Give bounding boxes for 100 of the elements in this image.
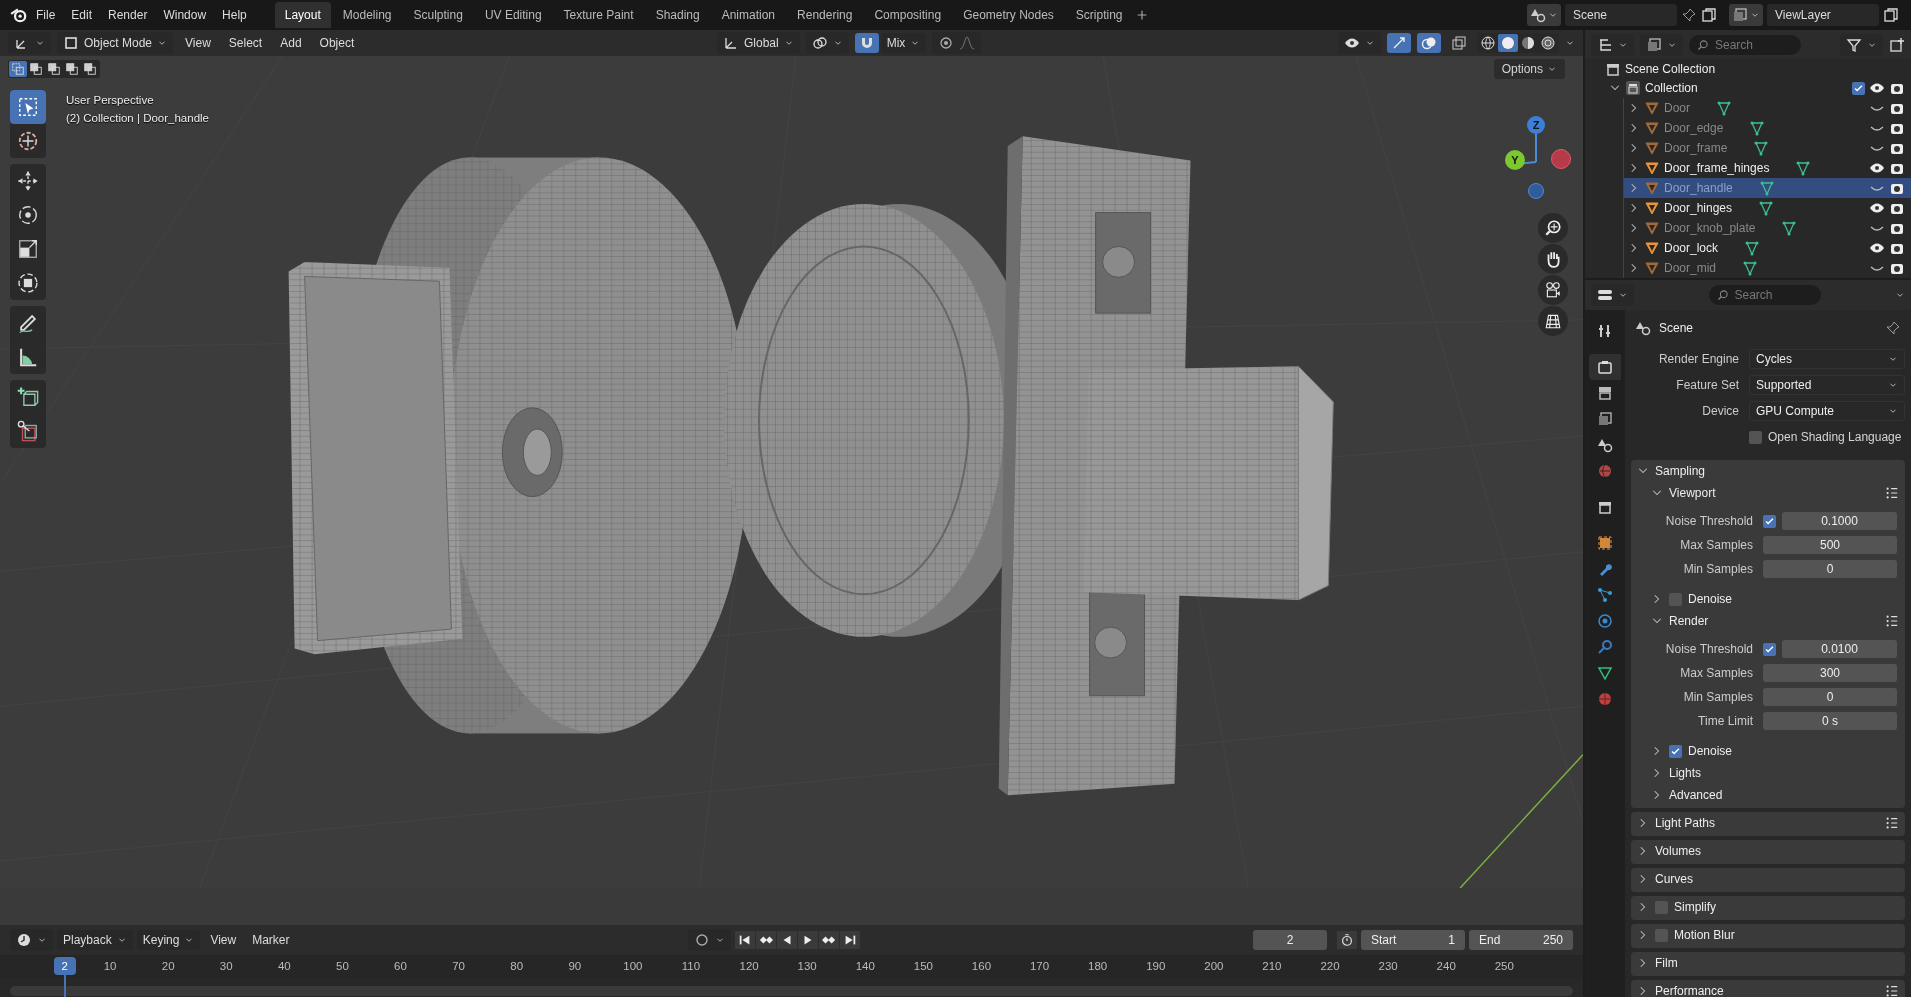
checkbox[interactable] (1655, 928, 1668, 942)
workspace-tab[interactable]: Compositing (864, 2, 952, 28)
workspace-tab[interactable]: Animation (711, 2, 786, 28)
panel-header[interactable]: Film (1631, 952, 1905, 974)
selection-mode-button[interactable] (81, 61, 99, 77)
panel-header[interactable]: Denoise (1645, 588, 1905, 610)
outliner-row[interactable]: Door_frame_hinges (1624, 158, 1911, 178)
checkbox[interactable] (1749, 430, 1762, 444)
workspace-tab[interactable]: Scripting (1065, 2, 1133, 28)
tree-item[interactable]: Scene Collection (1625, 61, 1716, 76)
checkbox[interactable] (1763, 514, 1776, 528)
view-layer-field[interactable]: ViewLayer (1767, 4, 1879, 26)
outliner-row[interactable]: Door_frame (1624, 138, 1911, 158)
menu-item[interactable]: Edit (63, 4, 101, 26)
editor-type-button[interactable] (1591, 284, 1634, 306)
editor-type-button[interactable] (8, 32, 51, 54)
workspace-tab[interactable]: UV Editing (474, 2, 552, 28)
app-logo-icon[interactable] (10, 6, 28, 24)
stopwatch-icon[interactable] (1340, 932, 1354, 947)
menu-item[interactable]: File (28, 4, 64, 26)
playhead[interactable]: 2 (53, 956, 76, 975)
dropdown[interactable]: GPU Compute (1749, 401, 1905, 421)
number-field[interactable]: 500 (1763, 536, 1897, 554)
panel-header[interactable]: Light Paths (1631, 812, 1905, 834)
panel-header[interactable]: Denoise (1645, 740, 1905, 762)
filter-button[interactable] (1840, 33, 1883, 56)
select-box-tool[interactable] (10, 90, 46, 124)
number-field[interactable]: 0 s (1763, 712, 1897, 730)
menu-item[interactable]: Help (214, 4, 255, 26)
end-frame-field[interactable]: End 250 (1469, 929, 1573, 950)
panel-header[interactable]: Viewport (1645, 482, 1905, 504)
outliner-row[interactable]: Door_edge (1624, 118, 1911, 138)
presets-list-icon[interactable] (1885, 816, 1899, 830)
workspace-tab[interactable]: Rendering (787, 2, 863, 28)
menu-item[interactable]: Select (222, 33, 269, 53)
orientation-dropdown[interactable]: Global (716, 32, 800, 54)
workspace-tab[interactable]: Shading (645, 2, 710, 28)
number-field[interactable]: 300 (1763, 664, 1897, 682)
visibility-button[interactable] (1338, 32, 1381, 54)
pivot-button[interactable] (805, 32, 849, 54)
pin-icon[interactable] (1885, 320, 1901, 336)
panel-header[interactable]: Sampling (1631, 460, 1905, 482)
editor-type-button[interactable] (10, 928, 53, 951)
selection-mode-button[interactable] (63, 61, 81, 77)
checkbox[interactable] (1763, 642, 1776, 656)
workspace-tab[interactable]: Layout (274, 2, 331, 28)
number-field[interactable]: 0.1000 (1782, 512, 1897, 530)
overlay-toggle[interactable] (1417, 33, 1441, 53)
scene-browse-button[interactable] (1527, 4, 1561, 26)
checkbox[interactable] (1669, 744, 1682, 758)
proportional-edit-button[interactable] (932, 32, 982, 54)
scrollbar[interactable] (10, 986, 1573, 996)
outliner-row[interactable]: Door_mid (1624, 258, 1911, 278)
panel-header[interactable]: Volumes (1631, 840, 1905, 862)
panel-header[interactable]: Motion Blur (1631, 924, 1905, 946)
presets-list-icon[interactable] (1885, 614, 1899, 628)
panel-header[interactable]: Performance (1631, 980, 1905, 997)
menu-item[interactable]: Window (155, 4, 215, 26)
copy-icon[interactable] (1701, 7, 1717, 23)
filter-mode-button[interactable] (1640, 33, 1683, 56)
snap-toggle[interactable] (854, 33, 879, 53)
gizmo-toggle[interactable] (1387, 33, 1411, 53)
outliner-row[interactable]: Door_lock (1624, 238, 1911, 258)
mode-dropdown[interactable]: Object Mode (57, 32, 174, 54)
number-field[interactable]: 0 (1763, 688, 1897, 706)
menu-item[interactable]: Add (274, 33, 308, 53)
dropdown[interactable]: Cycles (1749, 349, 1905, 369)
start-frame-field[interactable]: Start 1 (1361, 929, 1465, 950)
menu-item[interactable]: View (179, 33, 217, 53)
menu-item[interactable]: Marker (246, 929, 296, 950)
menu-item[interactable]: Render (100, 4, 156, 26)
panel-header[interactable]: Lights (1645, 762, 1905, 784)
workspace-tab[interactable]: Geometry Nodes (953, 2, 1064, 28)
workspace-tab[interactable]: Texture Paint (553, 2, 644, 28)
shading-mode-button[interactable] (1478, 34, 1498, 52)
scene-field[interactable]: Scene (1565, 4, 1677, 26)
panel-header[interactable]: Curves (1631, 868, 1905, 890)
view-layer-browse-button[interactable] (1729, 4, 1763, 26)
auto-keying-button[interactable] (688, 928, 732, 951)
outliner-row[interactable]: Door_knob_plate (1624, 218, 1911, 238)
panel-header[interactable]: Render (1645, 610, 1905, 632)
menu-item[interactable]: View (204, 929, 243, 950)
presets-list-icon[interactable] (1885, 984, 1899, 997)
selection-mode-button[interactable] (45, 61, 63, 77)
search-field[interactable]: Search (1708, 285, 1821, 305)
workspace-tab[interactable]: Modeling (332, 2, 402, 28)
new-collection-icon[interactable] (1889, 36, 1905, 53)
number-field[interactable]: 0 (1763, 560, 1897, 578)
tree-item[interactable]: Collection (1645, 81, 1698, 96)
shading-mode-button[interactable] (1498, 34, 1518, 52)
checkbox[interactable] (1669, 592, 1682, 606)
properties-tab[interactable] (1589, 354, 1621, 380)
dropdown[interactable]: Supported (1749, 375, 1905, 395)
options-dropdown[interactable]: Options (1493, 59, 1565, 79)
pin-icon[interactable] (1681, 7, 1697, 23)
number-field[interactable]: 0.0100 (1782, 640, 1897, 658)
workspace-tab[interactable]: Sculpting (403, 2, 473, 28)
current-frame-field[interactable]: 2 (1253, 929, 1327, 950)
menu-dropdown[interactable]: Keying (136, 929, 201, 950)
snap-target-dropdown[interactable]: Mix (880, 33, 927, 53)
